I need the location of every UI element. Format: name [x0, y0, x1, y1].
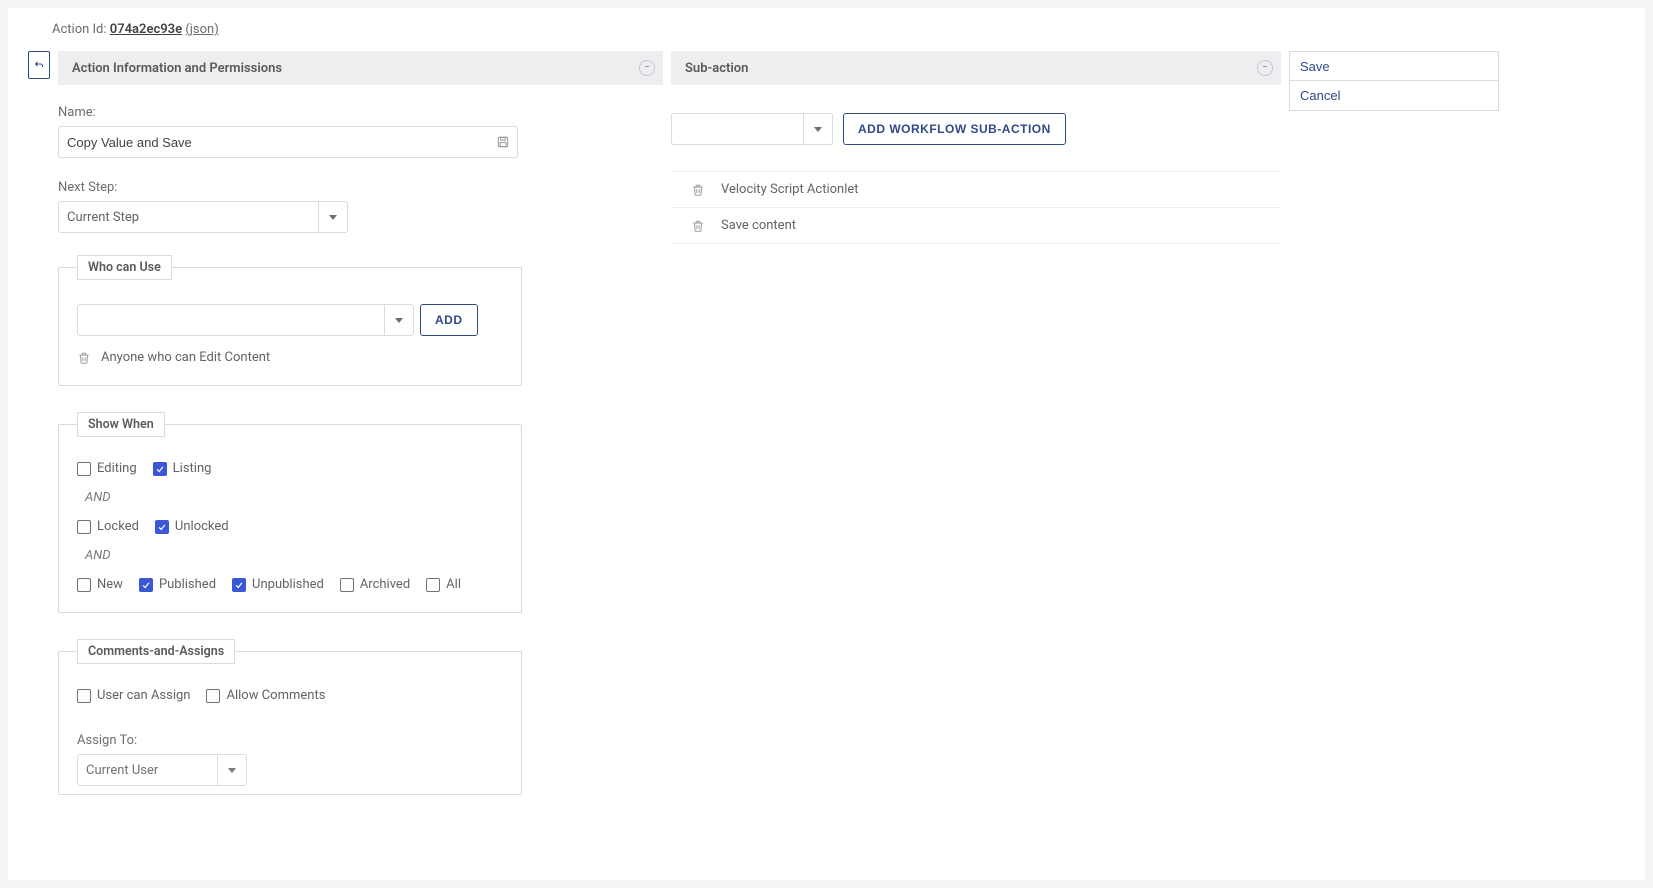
- checkbox-icon: [77, 462, 91, 476]
- checkbox-icon: [206, 689, 220, 703]
- checkbox-label: Published: [159, 577, 216, 592]
- comments-assigns-legend: Comments-and-Assigns: [77, 639, 235, 664]
- sub-action-item[interactable]: Save content: [671, 208, 1281, 244]
- sub-action-item[interactable]: Velocity Script Actionlet: [671, 172, 1281, 208]
- show-when-checkbox-unlocked[interactable]: Unlocked: [155, 519, 229, 534]
- checkbox-label: Locked: [97, 519, 139, 534]
- action-id-value-link[interactable]: 074a2ec93e: [110, 22, 182, 37]
- sub-action-header: Sub-action −: [671, 51, 1281, 85]
- name-label: Name:: [58, 105, 663, 120]
- sub-action-select-arrow[interactable]: [803, 113, 833, 145]
- checkbox-label: Allow Comments: [226, 688, 325, 703]
- checkbox-label: Archived: [360, 577, 410, 592]
- show-when-checkbox-published[interactable]: Published: [139, 577, 216, 592]
- who-can-use-add-button[interactable]: ADD: [420, 304, 478, 336]
- next-step-arrow[interactable]: [318, 201, 348, 233]
- show-when-checkbox-locked[interactable]: Locked: [77, 519, 139, 534]
- sub-action-select[interactable]: [671, 113, 803, 145]
- collapse-icon[interactable]: −: [639, 60, 655, 76]
- add-workflow-sub-action-button[interactable]: ADD WORKFLOW SUB-ACTION: [843, 113, 1066, 145]
- action-info-header: Action Information and Permissions −: [58, 51, 663, 85]
- checkbox-icon: [232, 578, 246, 592]
- show-when-checkbox-archived[interactable]: Archived: [340, 577, 410, 592]
- checkbox-icon: [153, 462, 167, 476]
- who-can-use-item-label: Anyone who can Edit Content: [101, 350, 270, 365]
- checkbox-icon: [139, 578, 153, 592]
- sub-action-item-label: Velocity Script Actionlet: [721, 182, 859, 197]
- checkbox-label: All: [446, 577, 461, 592]
- who-can-use-arrow[interactable]: [384, 304, 414, 336]
- checkbox-label: Listing: [173, 461, 212, 476]
- checkbox-icon: [77, 689, 91, 703]
- comments-assigns-group: Comments-and-Assigns User can Assign Allo…: [58, 639, 522, 795]
- right-rail: Save Cancel: [1289, 51, 1499, 111]
- assign-to-select[interactable]: Current User: [77, 754, 217, 786]
- show-when-checkbox-all[interactable]: All: [426, 577, 461, 592]
- who-can-use-item: Anyone who can Edit Content: [77, 350, 503, 365]
- collapse-icon[interactable]: −: [1257, 60, 1273, 76]
- save-button[interactable]: Save: [1289, 51, 1499, 81]
- chevron-down-icon: [228, 768, 236, 773]
- chevron-down-icon: [814, 127, 822, 132]
- sub-action-title: Sub-action: [685, 61, 748, 76]
- who-can-use-legend: Who can Use: [77, 255, 172, 280]
- assign-to-label: Assign To:: [77, 733, 503, 748]
- next-step-select[interactable]: Current Step: [58, 201, 318, 233]
- show-when-checkbox-new[interactable]: New: [77, 577, 123, 592]
- back-button[interactable]: [28, 51, 50, 79]
- checkbox-icon: [77, 578, 91, 592]
- checkbox-icon: [77, 520, 91, 534]
- sub-action-item-label: Save content: [721, 218, 796, 233]
- action-id-label: Action Id:: [52, 22, 107, 37]
- checkbox-label: Unlocked: [175, 519, 229, 534]
- who-can-use-select[interactable]: [77, 304, 384, 336]
- trash-icon[interactable]: [691, 183, 705, 197]
- checkbox-label: User can Assign: [97, 688, 190, 703]
- back-arrow-icon: [33, 59, 45, 71]
- who-can-use-group: Who can Use ADD Anyone who can Edit Cont…: [58, 255, 522, 386]
- chevron-down-icon: [329, 215, 337, 220]
- checkbox-label: Unpublished: [252, 577, 324, 592]
- comments-assigns-checkbox-user-can-assign[interactable]: User can Assign: [77, 688, 190, 703]
- checkbox-label: Editing: [97, 461, 137, 476]
- trash-icon[interactable]: [691, 219, 705, 233]
- trash-icon[interactable]: [77, 351, 91, 365]
- show-when-checkbox-unpublished[interactable]: Unpublished: [232, 577, 324, 592]
- checkbox-label: New: [97, 577, 123, 592]
- action-json-link[interactable]: (json): [185, 22, 218, 37]
- name-input[interactable]: [58, 126, 518, 158]
- checkbox-icon: [426, 578, 440, 592]
- chevron-down-icon: [395, 318, 403, 323]
- action-info-panel: Action Information and Permissions − Nam…: [58, 51, 663, 821]
- checkbox-icon: [155, 520, 169, 534]
- action-id-line: Action Id: 074a2ec93e (json): [8, 22, 1645, 51]
- show-when-group: Show When Editing Listing AND Locked Unloc…: [58, 412, 522, 613]
- assign-to-arrow[interactable]: [217, 754, 247, 786]
- comments-assigns-checkbox-allow-comments[interactable]: Allow Comments: [206, 688, 325, 703]
- sub-action-panel: Sub-action − ADD WORKFLOW SUB-ACTION Vel…: [671, 51, 1281, 244]
- show-when-legend: Show When: [77, 412, 165, 437]
- and-text-2: AND: [85, 548, 503, 563]
- cancel-button[interactable]: Cancel: [1289, 81, 1499, 111]
- and-text-1: AND: [85, 490, 503, 505]
- action-info-title: Action Information and Permissions: [72, 61, 282, 76]
- show-when-checkbox-listing[interactable]: Listing: [153, 461, 212, 476]
- checkbox-icon: [340, 578, 354, 592]
- save-icon[interactable]: [496, 135, 510, 149]
- next-step-label: Next Step:: [58, 180, 663, 195]
- show-when-checkbox-editing[interactable]: Editing: [77, 461, 137, 476]
